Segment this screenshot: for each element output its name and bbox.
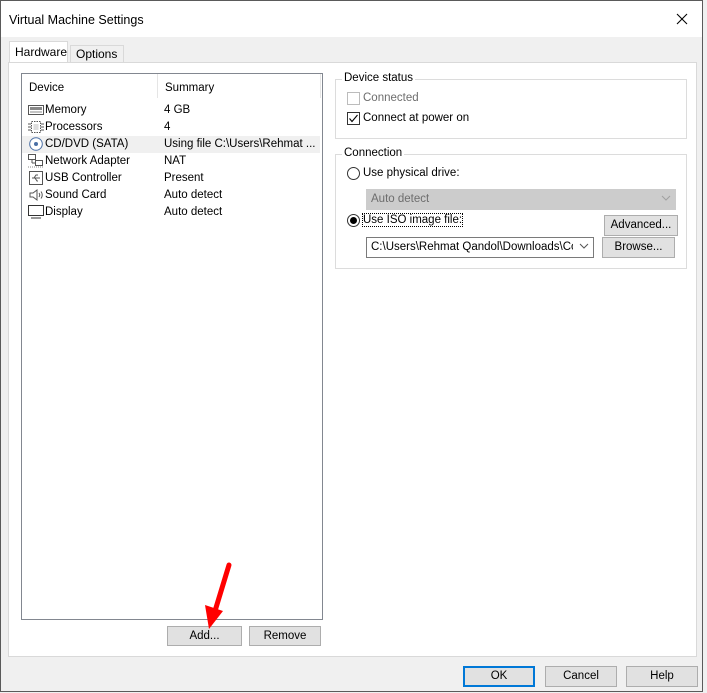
remove-device-button[interactable]: Remove <box>249 626 321 646</box>
device-row-memory[interactable]: Memory 4 GB <box>22 102 320 119</box>
close-button[interactable] <box>662 1 702 37</box>
device-row-usb-controller[interactable]: USB Controller Present <box>22 170 320 187</box>
vm-settings-dialog: Virtual Machine Settings Hardware Option… <box>0 0 703 692</box>
physical-drive-select[interactable]: Auto detect <box>366 189 676 210</box>
list-header: Device Summary <box>22 74 322 98</box>
tab-options[interactable]: Options <box>70 45 124 63</box>
connect-at-power-on-checkbox[interactable] <box>347 112 360 125</box>
network-adapter-icon <box>28 154 44 168</box>
device-row-sound-card[interactable]: Sound Card Auto detect <box>22 187 320 204</box>
device-summary: 4 GB <box>164 104 191 116</box>
chevron-down-icon <box>579 243 589 249</box>
device-name: Memory <box>45 104 87 116</box>
device-status-label: Device status <box>342 72 416 84</box>
chevron-down-icon <box>661 195 671 201</box>
device-name: USB Controller <box>45 172 122 184</box>
device-summary: 4 <box>164 121 171 133</box>
device-status-group: Device status Connected Connect at power… <box>335 72 687 139</box>
device-row-cd-dvd[interactable]: CD/DVD (SATA) Using file C:\Users\Rehmat… <box>22 136 320 153</box>
device-list[interactable]: Device Summary Memory 4 GB Processors 4 … <box>21 73 323 620</box>
connect-at-power-on-label[interactable]: Connect at power on <box>363 112 469 124</box>
connection-label: Connection <box>342 147 405 159</box>
ok-button[interactable]: OK <box>463 666 535 687</box>
title-bar: Virtual Machine Settings <box>1 1 702 37</box>
device-row-processors[interactable]: Processors 4 <box>22 119 320 136</box>
cd-dvd-icon <box>29 137 43 151</box>
advanced-button[interactable]: Advanced... <box>604 215 678 236</box>
device-name: Network Adapter <box>45 155 131 167</box>
device-summary: Using file C:\Users\Rehmat ... <box>164 138 316 150</box>
connection-group: Connection Use physical drive: Auto dete… <box>335 147 687 269</box>
display-icon <box>28 205 44 219</box>
window-title: Virtual Machine Settings <box>9 13 144 27</box>
use-physical-drive-radio[interactable] <box>347 167 360 180</box>
add-device-button[interactable]: Add... <box>167 626 242 646</box>
close-icon <box>676 13 688 25</box>
processor-icon <box>28 121 44 133</box>
column-header-device[interactable]: Device <box>22 74 158 98</box>
iso-path-value: C:\Users\Rehmat Qandol\Downloads\Comp <box>371 241 573 253</box>
device-name: CD/DVD (SATA) <box>45 138 129 150</box>
tab-hardware[interactable]: Hardware <box>9 41 68 62</box>
use-iso-image-radio[interactable] <box>347 214 360 227</box>
device-row-network-adapter[interactable]: Network Adapter NAT <box>22 153 320 170</box>
physical-drive-value: Auto detect <box>371 193 430 205</box>
device-row-display[interactable]: Display Auto detect <box>22 204 320 221</box>
sound-icon <box>29 189 43 201</box>
device-summary: NAT <box>164 155 187 167</box>
device-summary: Auto detect <box>164 206 223 218</box>
device-name: Sound Card <box>45 189 107 201</box>
hardware-panel: Device Summary Memory 4 GB Processors 4 … <box>8 62 697 657</box>
connected-checkbox[interactable] <box>347 92 360 105</box>
column-header-summary[interactable]: Summary <box>158 74 321 98</box>
use-physical-drive-label[interactable]: Use physical drive: <box>363 167 460 179</box>
help-button[interactable]: Help <box>626 666 698 687</box>
cancel-button[interactable]: Cancel <box>545 666 617 687</box>
use-iso-image-label[interactable]: Use ISO image file: <box>361 213 464 227</box>
device-summary: Present <box>164 172 204 184</box>
device-name: Display <box>45 206 83 218</box>
usb-icon <box>29 171 43 185</box>
memory-icon <box>28 105 44 115</box>
device-summary: Auto detect <box>164 189 223 201</box>
device-name: Processors <box>45 121 103 133</box>
iso-path-select[interactable]: C:\Users\Rehmat Qandol\Downloads\Comp <box>366 237 594 258</box>
connected-label[interactable]: Connected <box>363 92 419 104</box>
browse-button[interactable]: Browse... <box>602 237 675 258</box>
checkmark-icon <box>349 114 358 123</box>
